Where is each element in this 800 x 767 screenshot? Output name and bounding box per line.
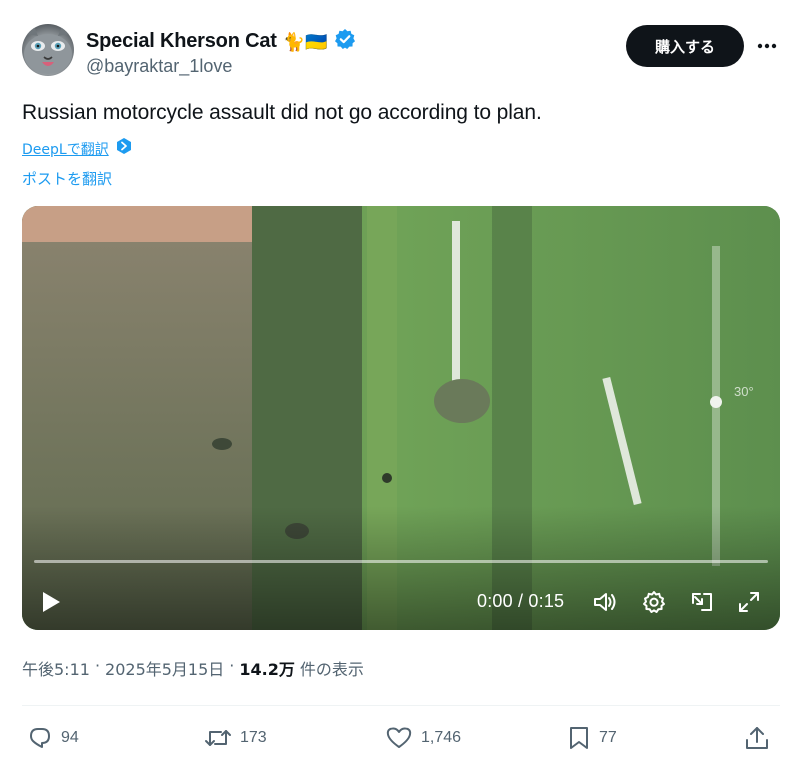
post-meta: 午後5:11 · 2025年5月15日 · 14.2万 件の表示 <box>22 656 364 680</box>
meta-separator: · <box>94 656 101 675</box>
buy-button[interactable]: 購入する <box>626 25 744 67</box>
repost-icon <box>204 725 232 751</box>
more-options-icon[interactable] <box>756 34 778 58</box>
post-header: Special Kherson Cat 🐈🇺🇦 @bayraktar_1love… <box>22 24 782 80</box>
avatar[interactable] <box>22 24 74 76</box>
video-frame: 30° <box>22 206 780 630</box>
bookmark-button[interactable]: 77 <box>567 720 617 756</box>
deepl-translate-link[interactable]: DeepLで翻訳 <box>22 139 109 159</box>
video-time: 0:00 / 0:15 <box>477 591 565 611</box>
verified-badge-icon[interactable] <box>334 28 356 55</box>
user-handle[interactable]: @bayraktar_1love <box>86 56 232 77</box>
altitude-overlay-text: 30° <box>734 384 754 399</box>
deepl-row: DeepLで翻訳 <box>22 137 133 160</box>
volume-icon[interactable] <box>590 587 620 617</box>
repost-count: 173 <box>240 729 267 746</box>
divider <box>22 705 780 706</box>
play-icon[interactable] <box>36 587 66 617</box>
translate-post-link[interactable]: ポストを翻訳 <box>22 168 112 189</box>
picture-in-picture-icon[interactable] <box>687 587 717 617</box>
repost-button[interactable]: 173 <box>204 720 267 756</box>
heart-icon <box>385 725 413 751</box>
bookmark-count: 77 <box>599 729 617 746</box>
reply-button[interactable]: 94 <box>27 720 79 756</box>
share-icon <box>744 725 770 751</box>
display-name-emoji: 🐈🇺🇦 <box>282 31 328 52</box>
meta-separator: · <box>229 656 235 675</box>
video-progress-bar[interactable] <box>34 560 768 563</box>
views-label: 件の表示 <box>299 660 364 679</box>
bookmark-icon <box>567 725 591 751</box>
like-count: 1,746 <box>421 729 462 746</box>
fullscreen-icon[interactable] <box>734 587 764 617</box>
video-player[interactable]: 30° 0:00 / 0:15 <box>22 206 780 630</box>
name-row: Special Kherson Cat 🐈🇺🇦 <box>86 28 356 55</box>
action-bar: 94 173 1,746 77 <box>22 720 780 756</box>
post-text: Russian motorcycle assault did not go ac… <box>22 101 542 124</box>
like-button[interactable]: 1,746 <box>385 720 461 756</box>
share-button[interactable] <box>744 720 770 756</box>
reply-icon <box>27 725 53 751</box>
display-name[interactable]: Special Kherson Cat <box>86 30 277 53</box>
settings-icon[interactable] <box>639 587 669 617</box>
views-count: 14.2万 <box>239 660 295 679</box>
post-time[interactable]: 午後5:11 <box>22 656 90 680</box>
deepl-logo-icon <box>115 137 133 160</box>
reply-count: 94 <box>61 729 79 746</box>
post-date[interactable]: 2025年5月15日 <box>105 656 224 680</box>
